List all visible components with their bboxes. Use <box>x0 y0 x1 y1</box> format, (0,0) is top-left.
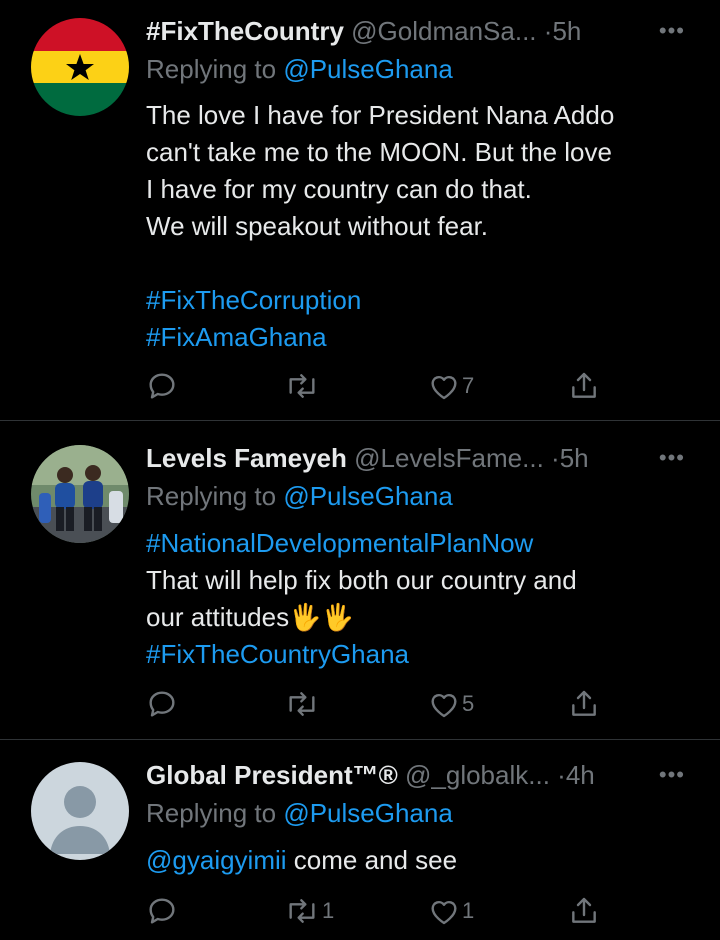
mention[interactable]: @gyaigyimii <box>146 845 287 875</box>
tweet-header: Levels Fameyeh @LevelsFame... ·5h ••• <box>146 441 691 475</box>
hashtag[interactable]: #FixTheCorruption <box>146 282 696 319</box>
default-avatar-image <box>31 762 129 860</box>
display-name[interactable]: Global President™® <box>146 760 398 790</box>
hashtag[interactable]: #FixAmaGhana <box>146 319 696 356</box>
like-icon <box>431 375 457 400</box>
tweet-text: The love I have for President Nana Addo … <box>146 97 696 356</box>
tweet[interactable]: Levels Fameyeh @LevelsFame... ·5h ••• Re… <box>0 421 720 739</box>
replying-mention[interactable]: @PulseGhana <box>283 798 453 828</box>
raised-hand-emoji: 🖐🖐 <box>289 602 354 632</box>
reply-icon <box>149 373 175 399</box>
action-bar: 1 1 <box>146 893 616 929</box>
tweet-header: #FixTheCountry @GoldmanSa... ·5h ••• <box>146 14 691 48</box>
hashtag[interactable]: #NationalDevelopmentalPlanNow <box>146 525 696 562</box>
reply-button[interactable] <box>146 686 178 722</box>
retweet-icon <box>289 692 315 716</box>
handle[interactable]: @GoldmanSa... <box>351 16 536 46</box>
handle[interactable]: @LevelsFame... <box>354 443 544 473</box>
tweet-text: #NationalDevelopmentalPlanNow That will … <box>146 525 696 673</box>
tweet-text: @gyaigyimii come and see <box>146 842 696 879</box>
avatar[interactable] <box>31 18 129 116</box>
replying-to: Replying to @PulseGhana <box>146 479 453 513</box>
action-bar: 7 <box>146 368 616 404</box>
reply-button[interactable] <box>146 893 178 929</box>
timestamp[interactable]: ·5h <box>551 443 589 473</box>
like-count: 1 <box>462 898 475 923</box>
share-icon <box>572 372 596 398</box>
hashtag[interactable]: #FixTheCountryGhana <box>146 636 696 673</box>
timestamp[interactable]: ·5h <box>544 16 582 46</box>
handle[interactable]: @_globalk... <box>405 760 550 790</box>
text-line: That will help fix both our country and <box>146 565 577 595</box>
display-name[interactable]: #FixTheCountry <box>146 16 344 46</box>
like-button[interactable]: 1 <box>428 893 474 929</box>
group-photo-image <box>31 445 129 543</box>
like-count: 5 <box>462 691 475 716</box>
text-line: I have for my country can do that. <box>146 174 532 204</box>
text-line: The love I have for President Nana Addo <box>146 100 615 130</box>
retweet-count: 1 <box>322 898 335 923</box>
action-bar: 5 <box>146 686 616 722</box>
reply-icon <box>149 691 175 717</box>
replying-mention[interactable]: @PulseGhana <box>283 481 453 511</box>
more-icon[interactable]: ••• <box>659 441 685 475</box>
reply-button[interactable] <box>146 368 178 404</box>
tweet[interactable]: Global President™® @_globalk... ·4h ••• … <box>0 740 720 940</box>
reply-icon <box>149 898 175 924</box>
timestamp[interactable]: ·4h <box>557 760 595 790</box>
share-button[interactable] <box>568 368 600 404</box>
replying-mention[interactable]: @PulseGhana <box>283 54 453 84</box>
retweet-icon <box>289 374 315 398</box>
ghana-flag-image <box>31 18 129 116</box>
tweet[interactable]: #FixTheCountry @GoldmanSa... ·5h ••• Rep… <box>0 0 720 420</box>
avatar[interactable] <box>31 445 129 543</box>
like-button[interactable]: 5 <box>428 686 474 722</box>
retweet-button[interactable] <box>284 368 322 404</box>
avatar[interactable] <box>31 762 129 860</box>
more-icon[interactable]: ••• <box>659 14 685 48</box>
retweet-icon <box>289 899 315 923</box>
like-icon <box>431 900 457 925</box>
text-line: We will speakout without fear. <box>146 211 489 241</box>
text-line: our attitudes🖐🖐 <box>146 602 354 632</box>
replying-prefix: Replying to <box>146 798 284 828</box>
share-button[interactable] <box>568 893 600 929</box>
share-icon <box>572 897 596 923</box>
share-button[interactable] <box>568 686 600 722</box>
like-count: 7 <box>462 373 475 398</box>
replying-prefix: Replying to <box>146 54 284 84</box>
replying-prefix: Replying to <box>146 481 284 511</box>
more-icon[interactable]: ••• <box>659 758 685 792</box>
share-icon <box>572 690 596 716</box>
like-icon <box>431 693 457 718</box>
retweet-button[interactable] <box>284 686 322 722</box>
text-line: can't take me to the MOON. But the love <box>146 137 612 167</box>
display-name[interactable]: Levels Fameyeh <box>146 443 347 473</box>
replying-to: Replying to @PulseGhana <box>146 796 453 830</box>
text-line: @gyaigyimii come and see <box>146 845 458 875</box>
retweet-button[interactable]: 1 <box>284 893 334 929</box>
tweet-header: Global President™® @_globalk... ·4h ••• <box>146 758 691 792</box>
replying-to: Replying to @PulseGhana <box>146 52 453 86</box>
like-button[interactable]: 7 <box>428 368 474 404</box>
